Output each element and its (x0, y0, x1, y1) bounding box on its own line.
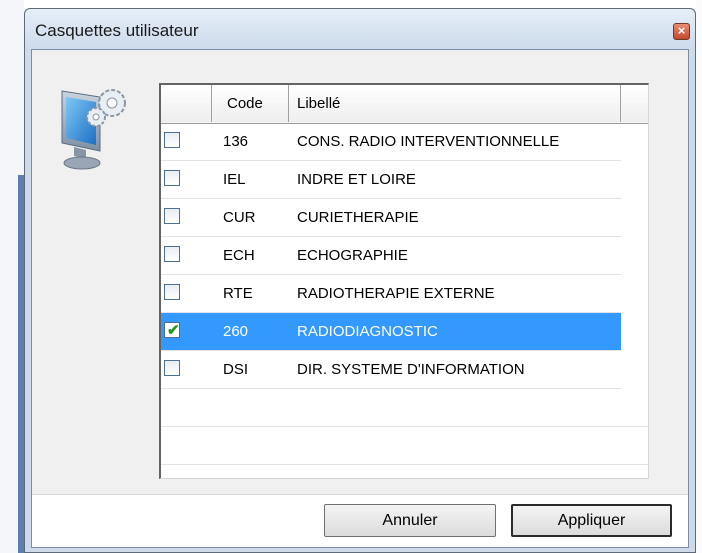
casquettes-table: Code Libellé 136 CONS. RADIO INTERVENTIO… (159, 83, 649, 479)
table-row[interactable]: CUR CURIETHERAPIE (161, 199, 621, 237)
window-title: Casquettes utilisateur (35, 21, 199, 40)
table-row[interactable]: 136 CONS. RADIO INTERVENTIONNELLE (161, 123, 621, 161)
row-label: INDRE ET LOIRE (297, 171, 416, 188)
header-libelle[interactable]: Libellé (289, 85, 621, 122)
row-checkbox[interactable] (164, 246, 180, 262)
row-checkbox[interactable] (164, 170, 180, 186)
dialog-window: Casquettes utilisateur × Code Libellé 13… (24, 8, 696, 553)
header-code[interactable]: Code (212, 85, 289, 122)
table-row[interactable]: DSI DIR. SYSTEME D'INFORMATION (161, 351, 621, 389)
background-right-edge (696, 0, 702, 553)
table-header: Code Libellé (161, 85, 648, 124)
row-label: ECHOGRAPHIE (297, 247, 408, 264)
title-bar: Casquettes utilisateur × (25, 9, 695, 49)
row-label: DIR. SYSTEME D'INFORMATION (297, 361, 525, 378)
table-row[interactable]: RTE RADIOTHERAPIE EXTERNE (161, 275, 621, 313)
row-code: ECH (223, 247, 255, 264)
row-label: CURIETHERAPIE (297, 209, 419, 226)
row-code: DSI (223, 361, 249, 378)
row-checkbox[interactable] (164, 208, 180, 224)
row-checkbox-checked[interactable]: ✔ (164, 322, 180, 339)
row-label: RADIODIAGNOSTIC (297, 323, 438, 340)
row-code: RTE (223, 285, 253, 302)
close-icon: × (677, 23, 686, 38)
checkmark-icon: ✔ (167, 322, 180, 339)
header-checkbox-column[interactable] (161, 85, 212, 122)
row-code: IEL (223, 171, 246, 188)
table-row[interactable]: ECH ECHOGRAPHIE (161, 237, 621, 275)
empty-row (161, 389, 648, 427)
row-code: 136 (223, 133, 249, 150)
empty-row (161, 427, 648, 465)
row-code: 260 (223, 323, 249, 340)
close-button[interactable]: × (673, 23, 690, 40)
computer-settings-icon (61, 89, 126, 170)
row-checkbox[interactable] (164, 360, 180, 376)
table-row[interactable]: IEL INDRE ET LOIRE (161, 161, 621, 199)
apply-button[interactable]: Appliquer (511, 504, 672, 537)
table-row-selected[interactable]: ✔ 260 RADIODIAGNOSTIC (161, 313, 621, 351)
header-filler (621, 85, 648, 122)
cancel-button[interactable]: Annuler (324, 504, 496, 537)
row-checkbox[interactable] (164, 284, 180, 300)
row-label: CONS. RADIO INTERVENTIONNELLE (297, 133, 560, 150)
row-code: CUR (223, 209, 256, 226)
row-label: RADIOTHERAPIE EXTERNE (297, 285, 495, 302)
row-checkbox[interactable] (164, 132, 180, 148)
dialog-client-area: Code Libellé 136 CONS. RADIO INTERVENTIO… (31, 49, 689, 548)
